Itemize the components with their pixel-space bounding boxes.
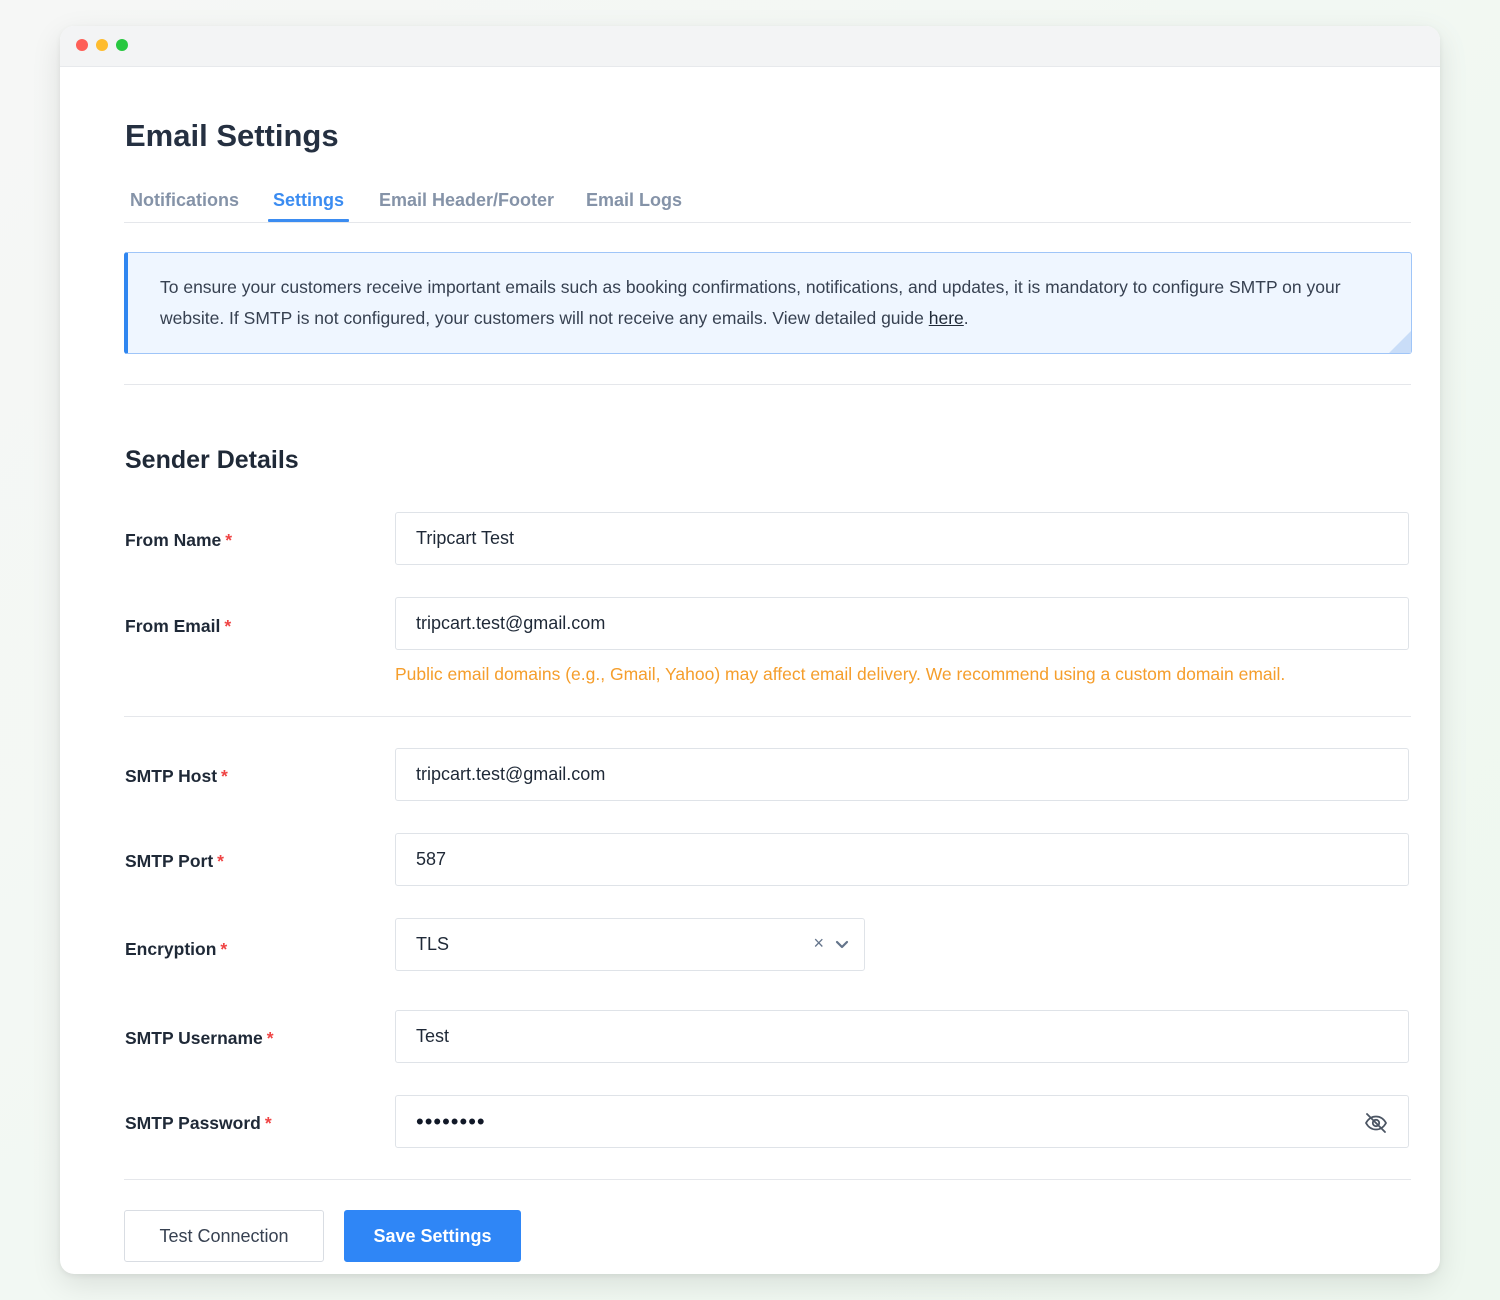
required-marker: * — [225, 530, 233, 550]
smtp-port-input[interactable] — [416, 834, 1346, 885]
smtp-host-label: SMTP Host * — [125, 766, 228, 787]
smtp-username-label-text: SMTP Username — [125, 1028, 263, 1048]
required-marker: * — [221, 766, 228, 786]
minimize-window-button[interactable] — [96, 39, 108, 51]
smtp-port-label-text: SMTP Port — [125, 851, 214, 871]
from-name-field[interactable] — [395, 512, 1409, 565]
from-email-field[interactable] — [395, 597, 1409, 650]
tab-notifications[interactable]: Notifications — [130, 190, 239, 211]
notice-text: To ensure your customers receive importa… — [160, 272, 1370, 334]
divider — [124, 384, 1411, 385]
smtp-username-label: SMTP Username * — [125, 1028, 274, 1049]
required-marker: * — [220, 939, 228, 959]
from-email-input[interactable] — [416, 598, 1346, 649]
smtp-port-field[interactable] — [395, 833, 1409, 886]
app-window: Email Settings Notifications Settings Em… — [60, 26, 1440, 1274]
required-marker: * — [217, 851, 224, 871]
smtp-username-field[interactable] — [395, 1010, 1409, 1063]
smtp-host-input[interactable] — [416, 749, 1346, 800]
smtp-password-field[interactable]: •••••••• — [395, 1095, 1409, 1148]
encryption-select[interactable]: TLS × — [395, 918, 865, 971]
maximize-window-button[interactable] — [116, 39, 128, 51]
smtp-host-field[interactable] — [395, 748, 1409, 801]
smtp-notice: To ensure your customers receive importa… — [124, 252, 1412, 354]
encryption-selected-value: TLS — [416, 934, 450, 954]
tab-email-logs[interactable]: Email Logs — [586, 190, 682, 211]
notice-trailing: . — [963, 308, 969, 328]
from-email-label: From Email * — [125, 616, 231, 637]
page-title: Email Settings — [125, 118, 339, 153]
tab-email-header-footer[interactable]: Email Header/Footer — [379, 190, 554, 211]
smtp-host-label-text: SMTP Host — [125, 766, 218, 786]
required-marker: * — [266, 1028, 274, 1048]
smtp-username-input[interactable] — [416, 1011, 1346, 1062]
divider — [124, 716, 1411, 717]
clear-icon[interactable]: × — [813, 933, 824, 954]
from-name-label: From Name * — [125, 530, 232, 551]
active-tab-indicator — [268, 219, 349, 222]
from-name-label-text: From Name — [125, 530, 222, 550]
tab-settings[interactable]: Settings — [273, 190, 344, 211]
divider — [124, 1179, 1411, 1180]
smtp-password-label: SMTP Password * — [125, 1113, 272, 1134]
from-email-label-text: From Email — [125, 616, 221, 636]
notice-body: To ensure your customers receive importa… — [160, 277, 1341, 328]
close-window-button[interactable] — [76, 39, 88, 51]
smtp-port-label: SMTP Port * — [125, 851, 224, 872]
required-marker: * — [264, 1113, 272, 1133]
chevron-down-icon[interactable] — [834, 938, 850, 952]
tab-bar: Notifications Settings Email Header/Foot… — [124, 178, 1411, 223]
test-connection-button[interactable]: Test Connection — [124, 1210, 324, 1262]
smtp-password-masked-value[interactable]: •••••••• — [416, 1109, 486, 1135]
smtp-password-label-text: SMTP Password — [125, 1113, 261, 1133]
save-settings-button[interactable]: Save Settings — [344, 1210, 521, 1262]
required-marker: * — [224, 616, 232, 636]
encryption-label-text: Encryption — [125, 939, 217, 959]
notice-resize-handle — [1389, 331, 1411, 353]
section-title: Sender Details — [125, 446, 299, 474]
from-email-warning: Public email domains (e.g., Gmail, Yahoo… — [395, 664, 1286, 684]
title-bar — [60, 26, 1440, 67]
eye-off-icon[interactable] — [1364, 1111, 1388, 1135]
encryption-label: Encryption * — [125, 939, 227, 960]
guide-link[interactable]: here — [929, 308, 964, 328]
from-name-input[interactable] — [416, 513, 1346, 564]
